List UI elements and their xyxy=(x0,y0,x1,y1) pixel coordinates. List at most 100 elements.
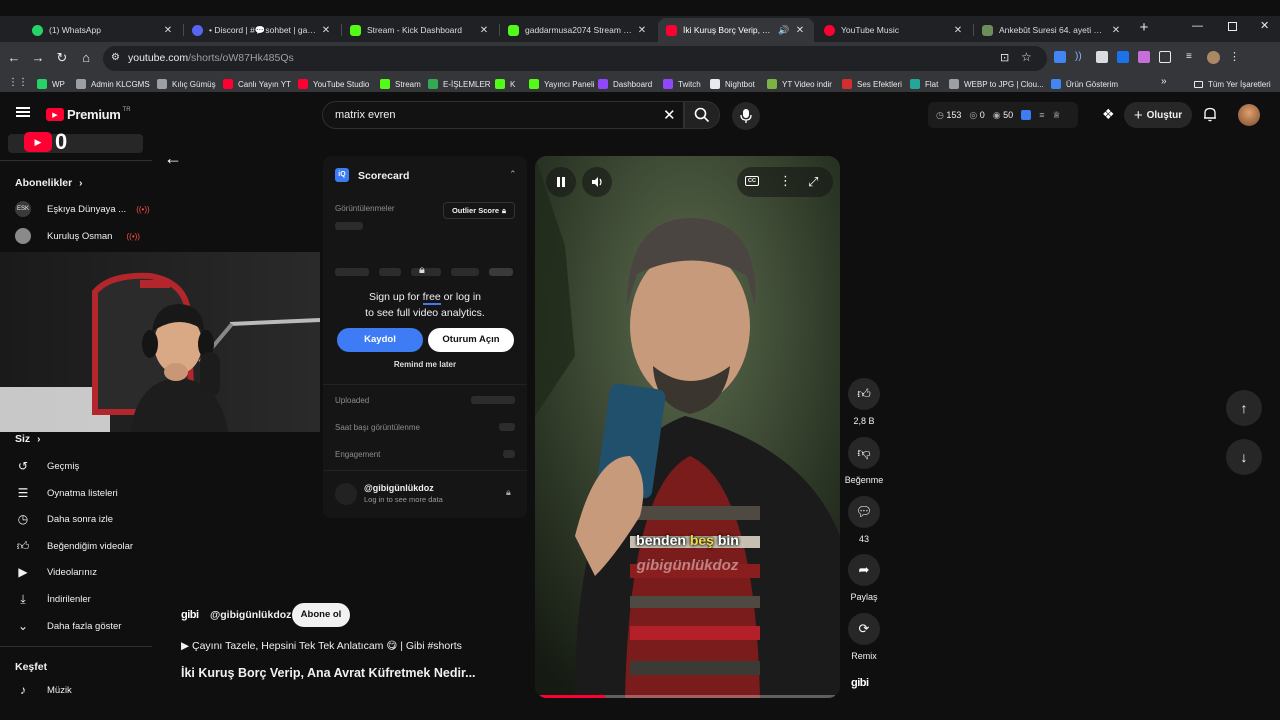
puzzle-icon[interactable] xyxy=(1159,51,1171,63)
more-options-icon[interactable]: ⋮ xyxy=(779,173,792,189)
close-icon[interactable]: ✕ xyxy=(478,25,490,36)
share-button[interactable]: ➦ Paylaş xyxy=(846,554,882,602)
subscriptions-heading[interactable]: Abonelikler › xyxy=(15,177,82,189)
previous-short-button[interactable]: ↑ xyxy=(1226,390,1262,426)
tab-discord[interactable]: • Discord | #💬sohbet | gaddarmusa ✕ xyxy=(184,18,340,42)
video-title[interactable]: İki Kuruş Borç Verip, Ana Avrat Küfretme… xyxy=(181,666,476,680)
apps-grid-icon[interactable]: ⋮⋮ xyxy=(8,77,28,88)
remind-later-link[interactable]: Remind me later xyxy=(323,360,527,369)
tab-kick-stream[interactable]: gaddarmusa2074 Stream - Watch ✕ xyxy=(500,18,656,42)
back-arrow-icon[interactable]: ← xyxy=(164,148,182,169)
account-avatar[interactable] xyxy=(1238,104,1260,126)
sidebar-item-kurulus-osman[interactable]: Kuruluş Osman ((•)) xyxy=(0,223,152,249)
bookmark-item[interactable]: Kılıç Gümüş xyxy=(157,77,216,91)
dislike-button[interactable]: 👎︎ Beğenme xyxy=(845,437,883,485)
bookmark-item[interactable]: WP xyxy=(37,77,65,91)
sidebar-item-your-videos[interactable]: ▶ Videolarınız xyxy=(0,559,152,585)
sidebar-item-show-more[interactable]: ⌄ Daha fazla göster xyxy=(0,613,152,639)
camera-ext-icon[interactable] xyxy=(1096,51,1108,63)
audio-ext-icon[interactable]: )) xyxy=(1075,51,1087,63)
signup-button[interactable]: Kaydol xyxy=(337,328,423,352)
sidebar-item-history[interactable]: ↺ Geçmiş xyxy=(0,453,152,479)
tab-youtube-music[interactable]: YouTube Music ✕ xyxy=(816,18,972,42)
next-short-button[interactable]: ↓ xyxy=(1226,439,1262,475)
tab-whatsapp[interactable]: (1) WhatsApp ✕ xyxy=(24,18,182,42)
youtube-premium-logo[interactable]: ▶ Premium TR xyxy=(46,107,131,122)
menu-dots-icon[interactable]: ⋮ xyxy=(1229,51,1241,63)
close-icon[interactable]: ✕ xyxy=(1110,25,1122,36)
search-button[interactable] xyxy=(684,101,720,129)
minimize-button[interactable]: — xyxy=(1192,20,1203,32)
home-icon[interactable]: ⌂ xyxy=(78,50,94,66)
reload-icon[interactable]: ↻ xyxy=(54,50,70,66)
pause-button[interactable] xyxy=(546,167,576,197)
window-close-button[interactable]: ✕ xyxy=(1260,19,1269,32)
bookmark-item[interactable]: Canlı Yayın YT xyxy=(223,77,291,91)
search-input[interactable]: matrix evren xyxy=(335,109,396,121)
close-icon[interactable]: ✕ xyxy=(320,25,332,36)
close-icon[interactable]: ✕ xyxy=(794,25,806,36)
bookmark-item[interactable]: YouTube Studio xyxy=(298,77,369,91)
subscribe-button[interactable]: Abone ol xyxy=(292,603,350,627)
star-icon[interactable]: ☆ xyxy=(1021,50,1032,64)
bookmark-item[interactable]: Twitch xyxy=(663,77,701,91)
profile-avatar[interactable] xyxy=(1207,51,1220,64)
login-button[interactable]: Oturum Açın xyxy=(428,328,514,352)
url-text[interactable]: youtube.com/shorts/oW87Hk485Qs xyxy=(128,52,294,64)
upload-ext-icon[interactable]: ❖ xyxy=(1102,106,1118,122)
tab-ankebut[interactable]: Ankebût Suresi 64. ayeti ve meali ✕ xyxy=(974,18,1130,42)
bookmark-item[interactable]: Admin KLCGMS xyxy=(76,77,150,91)
channel-name-link[interactable]: @gibigünlükdoz xyxy=(210,609,291,621)
bookmark-item[interactable]: Ses Efektleri xyxy=(842,77,902,91)
video-description[interactable]: ▶ Çayını Tazele, Hepsini Tek Tek Anlatıc… xyxy=(181,640,462,652)
close-icon[interactable]: ✕ xyxy=(952,25,964,36)
shorts-video-player[interactable]: CC ⋮ ⤢ benden beş bin gibigünlükdoz xyxy=(535,156,840,698)
all-bookmarks-folder[interactable]: Tüm Yer İşaretleri xyxy=(1194,77,1271,91)
bookmark-item[interactable]: E-İŞLEMLER xyxy=(428,77,491,91)
bookmark-item[interactable]: Nightbot xyxy=(710,77,755,91)
like-button[interactable]: 👍︎ 2,8 B xyxy=(846,378,882,426)
new-tab-button[interactable]: + xyxy=(1136,20,1152,36)
bookmark-item[interactable]: Dashboard xyxy=(598,77,652,91)
ext-icon[interactable] xyxy=(1138,51,1150,63)
download-ext-icon[interactable] xyxy=(1117,51,1129,63)
progress-track[interactable] xyxy=(540,695,835,698)
stats-widget[interactable]: ◷ 153 ◎ 0 ◉ 50 ≡ ♕ xyxy=(928,102,1078,128)
bookmark-item[interactable]: Flat xyxy=(910,77,938,91)
sidebar-item-liked[interactable]: 👍︎ Beğendiğim videolar xyxy=(0,533,152,559)
address-bar[interactable]: ⚙ youtube.com/shorts/oW87Hk485Qs ⊡ ☆ xyxy=(103,46,1047,71)
you-heading[interactable]: Siz › xyxy=(15,433,40,445)
fullscreen-icon[interactable]: ⤢ xyxy=(808,174,818,190)
close-icon[interactable]: ✕ xyxy=(636,25,648,36)
search-box[interactable]: matrix evren ✕ xyxy=(322,101,684,129)
bookmark-item[interactable]: K xyxy=(495,77,515,91)
volume-button[interactable] xyxy=(582,167,612,197)
tab-youtube-short[interactable]: İki Kuruş Borç Verip, Ana Avrat 🔊 ✕ xyxy=(658,18,814,42)
site-info-icon[interactable]: ⚙ xyxy=(111,52,120,63)
captions-icon[interactable]: CC xyxy=(745,176,759,186)
sidebar-item-downloads[interactable]: ⤓ İndirilenler xyxy=(0,586,152,612)
collapse-chevron-icon[interactable]: ⌃ xyxy=(509,169,517,180)
notifications-bell-icon[interactable] xyxy=(1202,106,1218,122)
sidebar-item-playlists[interactable]: ☰ Oynatma listeleri xyxy=(0,480,152,506)
create-button[interactable]: + Oluştur xyxy=(1124,102,1192,128)
bookmark-item[interactable]: Stream xyxy=(380,77,421,91)
sidebar-item-music[interactable]: ♪ Müzik xyxy=(0,677,152,703)
media-icon[interactable]: ≡ xyxy=(1186,51,1198,63)
install-icon[interactable]: ⊡ xyxy=(1000,51,1009,64)
sidebar-item-watch-later[interactable]: ◷ Daha sonra izle xyxy=(0,506,152,532)
comments-button[interactable]: 💬︎ 43 xyxy=(846,496,882,544)
bookmark-item[interactable]: WEBP to JPG | Clou... xyxy=(949,77,1044,91)
sound-logo[interactable]: gibi xyxy=(851,677,869,689)
channel-logo[interactable]: gibi xyxy=(181,609,199,621)
outlier-score-chip[interactable]: Outlier Score 🔒︎ xyxy=(443,202,515,219)
hamburger-menu-icon[interactable] xyxy=(16,107,30,117)
bookmark-item[interactable]: Yayıncı Paneli xyxy=(529,77,595,91)
restore-button[interactable] xyxy=(1228,22,1237,31)
more-bookmarks-icon[interactable]: » xyxy=(1161,76,1167,87)
back-icon[interactable]: ← xyxy=(6,50,22,66)
forward-icon[interactable]: → xyxy=(30,50,46,66)
close-icon[interactable]: ✕ xyxy=(162,25,174,36)
remix-button[interactable]: ⟳ Remix xyxy=(846,613,882,661)
bookmark-item[interactable]: YT Video indir xyxy=(767,77,832,91)
